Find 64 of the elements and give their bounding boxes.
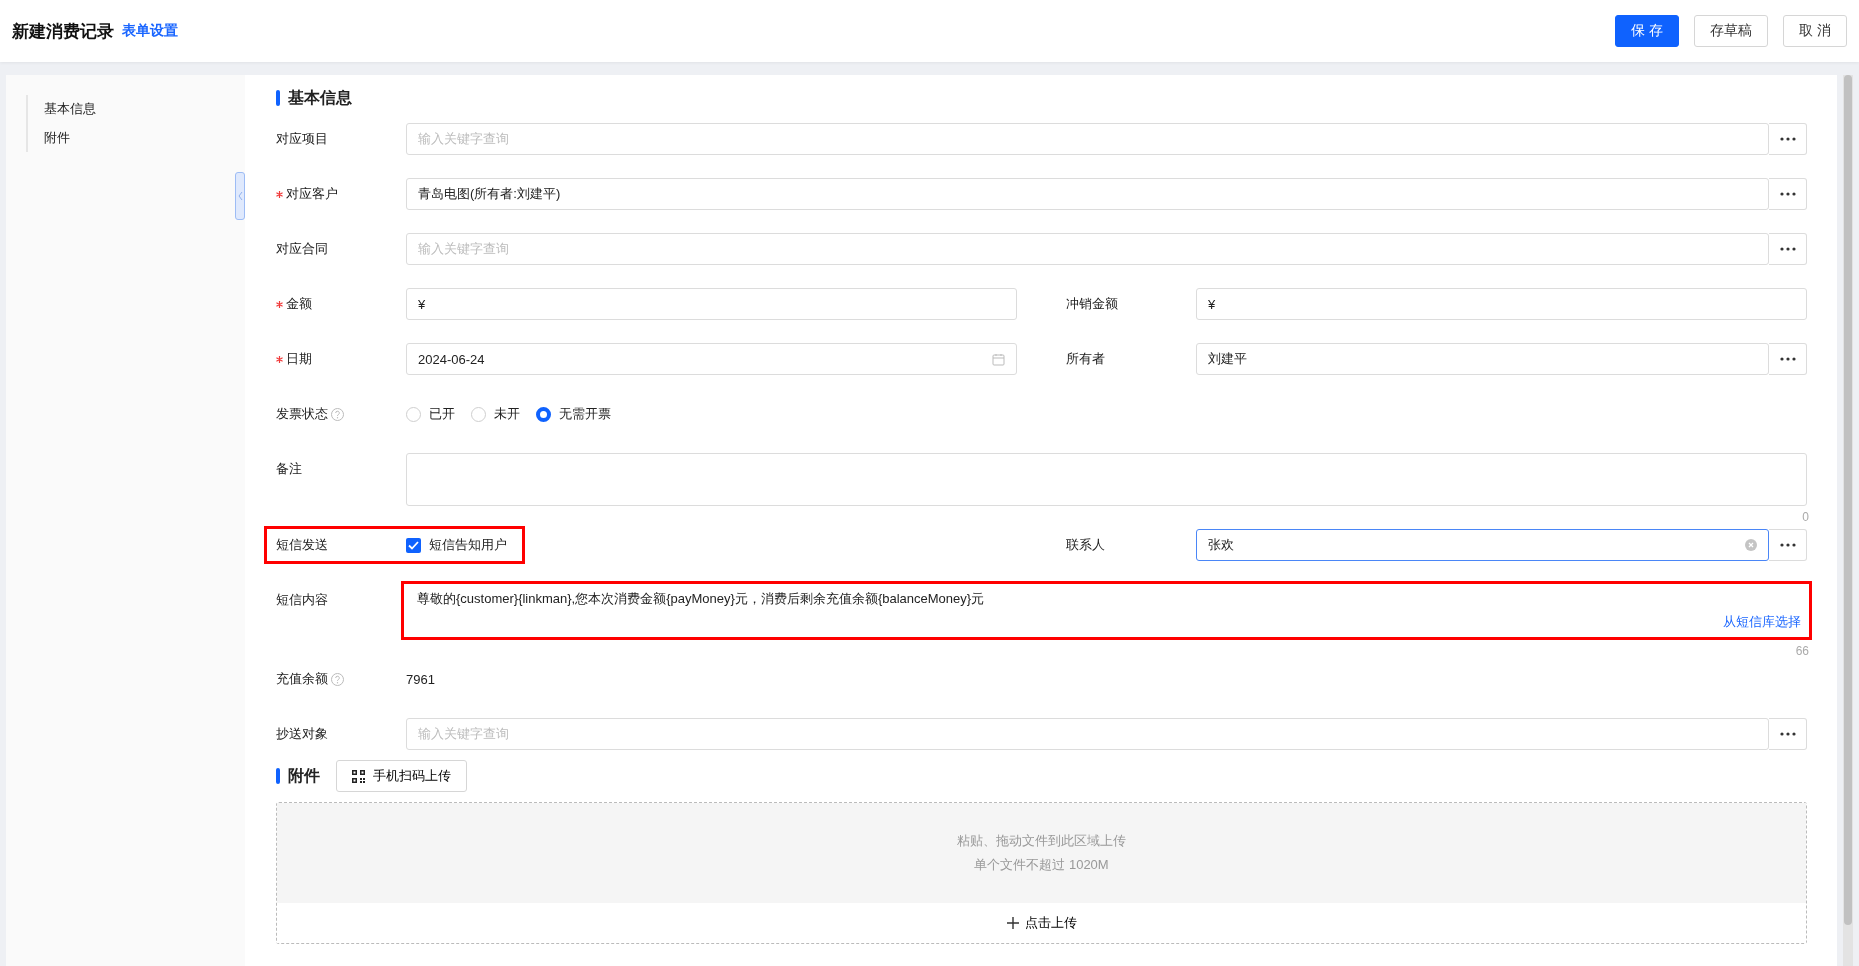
field-label: 所有者 (1066, 350, 1105, 368)
header-button[interactable]: 存草稿 (1694, 15, 1769, 47)
sidebar-item[interactable]: 附件 (44, 129, 245, 147)
collapse-handle[interactable] (235, 172, 245, 220)
more-icon (1779, 732, 1796, 736)
date-field[interactable]: 2024-06-24 (406, 343, 1017, 375)
more-icon (1779, 192, 1796, 196)
field-label: 对应项目 (276, 130, 328, 148)
qr-code-icon (352, 769, 365, 783)
sidebar-item[interactable]: 基本信息 (44, 100, 245, 118)
field-value: 7961 (406, 670, 436, 689)
section-marker (276, 768, 280, 784)
radio-option[interactable]: 未开 (471, 405, 520, 423)
field-label: 充值余额 (276, 670, 328, 688)
field-label: 抄送对象 (276, 725, 328, 743)
more-icon (1779, 357, 1796, 361)
input-field[interactable]: 张欢 (1196, 529, 1769, 561)
remarks-field[interactable] (406, 453, 1807, 506)
more-button[interactable] (1769, 123, 1807, 155)
section-marker (276, 90, 280, 106)
primary-button[interactable]: 保 存 (1615, 15, 1680, 47)
field-label: 发票状态 (276, 405, 328, 423)
form-settings-link[interactable]: 表单设置 (122, 22, 178, 40)
sms-library-link[interactable]: 从短信库选择 (1723, 613, 1801, 631)
page-title: 新建消费记录 (12, 20, 114, 43)
sms-checkbox[interactable]: 短信告知用户 (406, 529, 507, 561)
radio-option[interactable]: 已开 (406, 405, 455, 423)
more-icon (1779, 247, 1796, 251)
radio-option[interactable]: 无需开票 (536, 405, 611, 423)
upload-dropzone[interactable]: 粘贴、拖动文件到此区域上传 单个文件不超过 1020M 点击上传 (276, 802, 1807, 944)
more-icon (1779, 137, 1796, 141)
input-field[interactable]: ¥ (1196, 288, 1807, 320)
field-label: 备注 (276, 460, 302, 478)
field-label: 对应客户 (286, 185, 338, 203)
more-button[interactable] (1769, 343, 1807, 375)
clear-icon[interactable] (1745, 539, 1757, 551)
field-label: 金额 (286, 295, 312, 313)
field-label: 对应合同 (276, 240, 328, 258)
input-field[interactable]: 刘建平 (1196, 343, 1769, 375)
scrollbar-thumb[interactable] (1844, 75, 1852, 925)
scan-upload-button[interactable]: 手机扫码上传 (336, 760, 467, 792)
char-counter: 66 (1794, 644, 1809, 658)
more-button[interactable] (1769, 718, 1807, 750)
field-label: 日期 (286, 350, 312, 368)
header-button[interactable]: 取 消 (1783, 15, 1847, 47)
plus-icon (1006, 917, 1019, 929)
calendar-icon (992, 352, 1005, 366)
field-label: 冲销金额 (1066, 295, 1118, 313)
more-icon (1779, 543, 1796, 547)
sms-text: 尊敬的{customer}{linkman},您本次消费金额{payMoney}元，消费后剩余充值余额{balanceMoney}元 (417, 590, 986, 608)
input-field[interactable]: ¥ (406, 288, 1017, 320)
field-label: 短信内容 (276, 591, 328, 609)
more-button[interactable] (1769, 529, 1807, 561)
dropzone-hint: 单个文件不超过 1020M (974, 856, 1109, 874)
more-button[interactable] (1769, 178, 1807, 210)
sms-content-field[interactable]: 尊敬的{customer}{linkman},您本次消费金额{payMoney}元，消费后剩余充值余额{balanceMoney}元 从短信库选择 (401, 581, 1812, 640)
dropzone-hint: 粘贴、拖动文件到此区域上传 (957, 832, 1126, 850)
more-button[interactable] (1769, 233, 1807, 265)
section-title: 基本信息 (288, 87, 352, 108)
section-title: 附件 (288, 765, 320, 786)
field-label: 短信发送 (276, 536, 328, 554)
char-counter: 0 (1801, 510, 1809, 524)
field-label: 联系人 (1066, 536, 1105, 554)
input-field[interactable]: 青岛电图(所有者:刘建平) (406, 178, 1769, 210)
